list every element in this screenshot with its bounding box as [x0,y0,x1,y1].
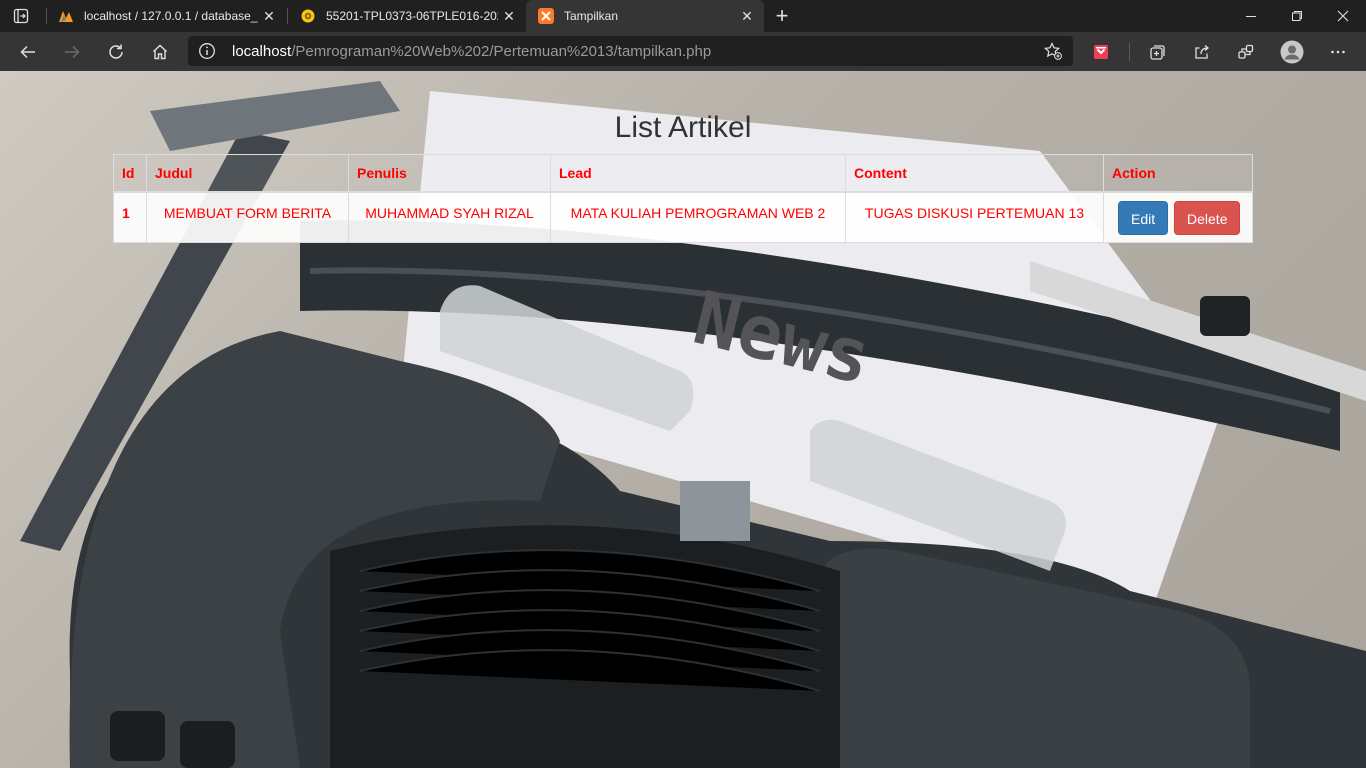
refresh-button[interactable] [100,36,132,68]
home-icon [153,44,167,60]
course-icon [300,8,316,24]
cell-judul: MEMBUAT FORM BERITA [146,191,349,243]
refresh-icon [109,44,123,59]
artikel-table: Id Judul Penulis Lead Content Action 1 M… [113,154,1253,243]
tab-close-icon[interactable]: ✕ [258,5,280,27]
cell-lead: MATA KULIAH PEMROGRAMAN WEB 2 [550,191,846,243]
xampp-icon [538,8,554,24]
edit-button[interactable]: Edit [1118,201,1169,235]
table-row: 1 MEMBUAT FORM BERITA MUHAMMAD SYAH RIZA… [113,191,1253,243]
header-penulis: Penulis [348,154,551,193]
close-window-button[interactable] [1320,0,1366,32]
avatar-icon [1280,40,1304,64]
collections-button[interactable] [1142,36,1174,68]
minimize-button[interactable] [1228,0,1274,32]
tab-title: localhost / 127.0.0.1 / database_a [84,9,258,23]
restore-button[interactable] [1274,0,1320,32]
header-judul: Judul [146,154,349,193]
add-favorite-icon [1043,42,1062,60]
tab-close-icon[interactable]: ✕ [498,5,520,27]
back-button[interactable] [12,36,44,68]
tab-tampilkan[interactable]: Tampilkan ✕ [526,0,764,32]
feedback-icon [1238,44,1254,59]
share-icon [1195,45,1210,59]
tab-title: 55201-TPL0373-06TPLE016-2020 [326,9,498,23]
feedback-button[interactable] [1230,36,1262,68]
header-lead: Lead [550,154,846,193]
cell-penulis: MUHAMMAD SYAH RIZAL [348,191,551,243]
tab-course[interactable]: 55201-TPL0373-06TPLE016-2020 ✕ [288,0,526,32]
page-viewport: News List Artikel Id Judul Penulis Lead … [0,71,1366,768]
address-url: localhost/Pemrograman%20Web%202/Pertemua… [232,43,712,60]
pocket-extension-icon [1094,45,1108,59]
delete-button[interactable]: Delete [1174,201,1241,235]
back-arrow-icon [20,45,35,59]
home-button[interactable] [144,36,176,68]
tab-actions-icon[interactable] [10,6,32,26]
cell-action: Edit Delete [1103,191,1253,243]
tab-close-icon[interactable]: ✕ [736,5,758,27]
cell-content: TUGAS DISKUSI PERTEMUAN 13 [845,191,1104,243]
browser-toolbar: localhost/Pemrograman%20Web%202/Pertemua… [0,32,1366,71]
settings-menu-button[interactable] [1322,36,1354,68]
new-tab-button[interactable]: + [770,3,794,28]
tab-bar: localhost / 127.0.0.1 / database_a ✕ 552… [0,0,1366,32]
forward-button[interactable] [56,36,88,68]
share-button[interactable] [1186,36,1218,68]
header-content: Content [845,154,1104,193]
table-header-row: Id Judul Penulis Lead Content Action [113,154,1253,193]
header-action: Action [1103,154,1253,193]
cell-id: 1 [113,191,147,243]
tab-title: Tampilkan [564,9,619,23]
profile-button[interactable] [1276,36,1308,68]
extension-button[interactable] [1085,36,1117,68]
site-info-icon [199,43,215,59]
address-bar[interactable]: localhost/Pemrograman%20Web%202/Pertemua… [188,36,1073,66]
tab-phpmyadmin[interactable]: localhost / 127.0.0.1 / database_a ✕ [46,0,286,32]
forward-arrow-icon [65,45,80,59]
collections-icon [1150,45,1165,60]
page-title: List Artikel [614,111,752,144]
more-menu-icon [1331,50,1345,54]
phpmyadmin-icon [58,8,74,24]
header-id: Id [113,154,147,193]
